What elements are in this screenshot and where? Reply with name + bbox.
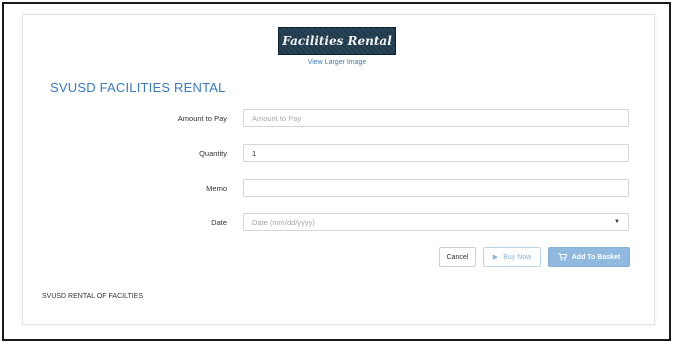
buy-now-button-label: Buy Now	[503, 253, 532, 261]
date-select[interactable]: Date (mm/dd/yyyy) ▼	[243, 213, 629, 231]
quantity-input[interactable]	[243, 144, 629, 162]
buy-now-button[interactable]: ▶ Buy Now	[483, 247, 541, 267]
quantity-label: Quantity	[199, 149, 227, 158]
amount-label: Amount to Pay	[177, 114, 227, 123]
cancel-button-label: Cancel	[446, 253, 469, 261]
date-label: Date	[211, 218, 227, 227]
product-image-text: Facilities Rental	[282, 34, 392, 48]
memo-input[interactable]	[243, 179, 629, 197]
page-title: SVUSD FACILITIES RENTAL	[50, 80, 226, 95]
date-placeholder: Date (mm/dd/yyyy)	[252, 217, 315, 227]
cancel-button[interactable]: Cancel	[439, 247, 476, 267]
product-image[interactable]: Facilities Rental	[278, 27, 396, 55]
play-icon: ▶	[492, 254, 499, 261]
caret-down-icon: ▼	[614, 219, 620, 225]
memo-label: Memo	[206, 184, 227, 193]
add-to-basket-button-label: Add To Basket	[571, 253, 621, 261]
cart-icon	[557, 253, 567, 261]
view-larger-image-link[interactable]: View Larger Image	[278, 59, 396, 66]
product-description: SVUSD RENTAL OF FACILTIES	[42, 293, 144, 300]
add-to-basket-button[interactable]: Add To Basket	[548, 247, 630, 267]
amount-input[interactable]	[243, 109, 629, 127]
